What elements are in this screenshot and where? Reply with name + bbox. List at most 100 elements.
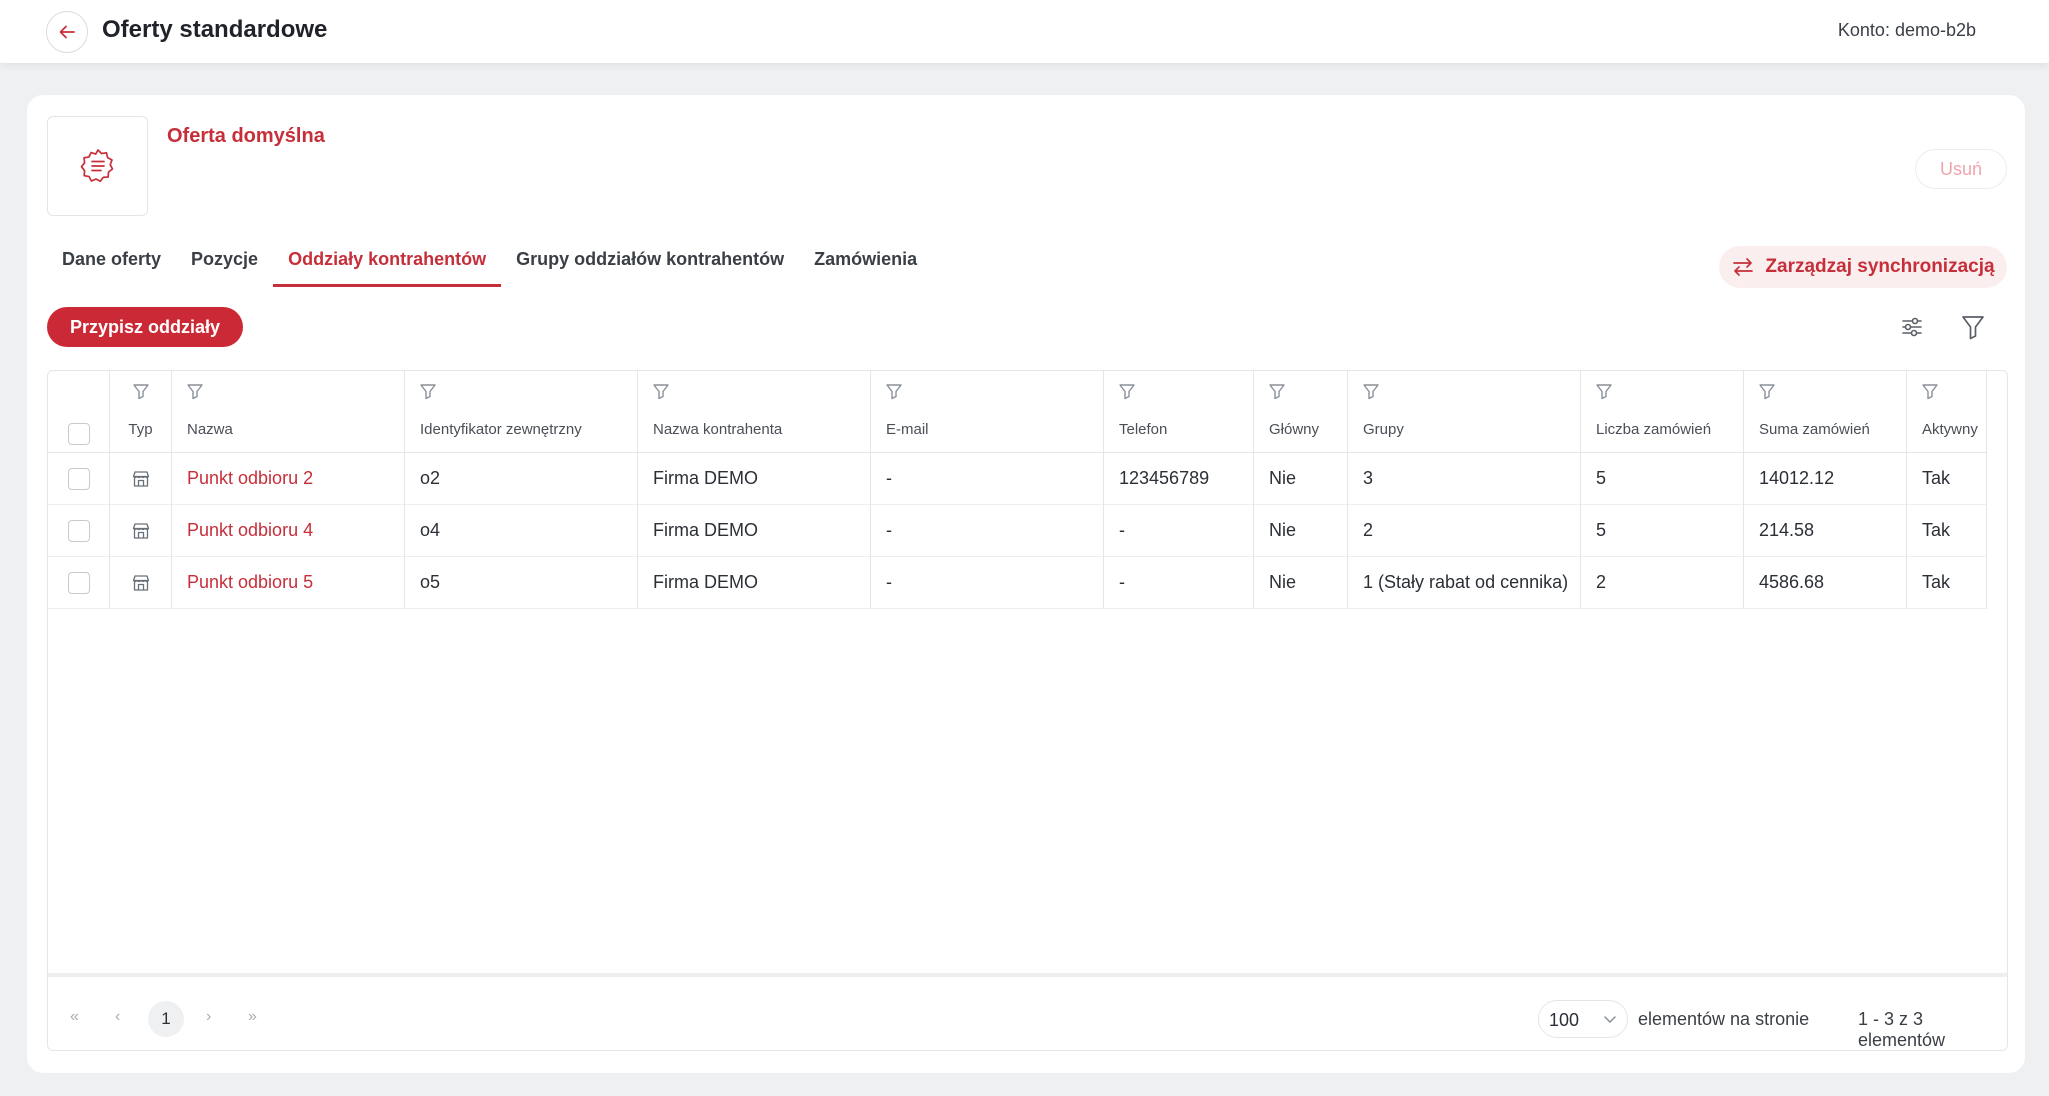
- column-filter-icon[interactable]: [186, 382, 204, 400]
- email: -: [886, 468, 892, 488]
- prev-page-icon[interactable]: ‹: [115, 1008, 120, 1026]
- branches-table: Typ Nazwa Identyfikator zewnętrzny Nazwa…: [47, 370, 2008, 1051]
- phone: 123456789: [1119, 468, 1210, 488]
- tab-contractor-branches[interactable]: Oddziały kontrahentów: [273, 249, 502, 287]
- table-row[interactable]: Punkt odbioru 2 o2 Firma DEMO - 12345678…: [48, 453, 1987, 505]
- filter-icon: [1962, 316, 1984, 340]
- top-bar: Oferty standardowe Konto: demo-b2b: [0, 0, 2049, 63]
- horizontal-scrollbar[interactable]: [48, 973, 2007, 977]
- page-size-select[interactable]: 100: [1538, 1000, 1628, 1038]
- column-label: Główny: [1269, 421, 1320, 438]
- main-flag: Nie: [1269, 572, 1297, 592]
- tab-positions[interactable]: Pozycje: [176, 249, 273, 287]
- current-page[interactable]: 1: [148, 1001, 184, 1037]
- column-label: Liczba zamówień: [1596, 421, 1712, 438]
- column-filter-icon[interactable]: [1921, 382, 1939, 400]
- column-header: Telefon: [1104, 371, 1254, 453]
- per-page-label: elementów na stronie: [1638, 1009, 1810, 1029]
- order-sum: 4586.68: [1759, 572, 1825, 592]
- tab-branch-groups[interactable]: Grupy oddziałów kontrahentów: [501, 249, 799, 287]
- main-flag: Nie: [1269, 520, 1297, 540]
- phone: -: [1119, 572, 1125, 592]
- page-title: Oferty standardowe: [102, 16, 328, 43]
- email: -: [886, 520, 892, 540]
- column-filter-icon[interactable]: [652, 382, 670, 400]
- column-filter-icon[interactable]: [1758, 382, 1776, 400]
- order-sum: 214.58: [1759, 520, 1815, 540]
- column-label: Identyfikator zewnętrzny: [420, 421, 582, 438]
- column-header: Typ: [110, 371, 172, 453]
- column-header: Identyfikator zewnętrzny: [405, 371, 638, 453]
- column-header: Aktywny: [1907, 371, 1987, 453]
- column-header: E-mail: [871, 371, 1104, 453]
- offer-image: [47, 116, 148, 216]
- row-checkbox[interactable]: [68, 468, 90, 490]
- groups: 1 (Stały rabat od cennika): [1363, 572, 1569, 592]
- column-settings-button[interactable]: [1899, 314, 1925, 340]
- branch-name-link[interactable]: Punkt odbioru 2: [187, 468, 397, 489]
- column-filter-icon[interactable]: [1362, 382, 1380, 400]
- back-button[interactable]: [46, 11, 88, 53]
- order-count: 5: [1596, 520, 1607, 540]
- order-sum: 14012.12: [1759, 468, 1835, 488]
- order-count: 2: [1596, 572, 1607, 592]
- page-size-value: 100: [1549, 1010, 1580, 1030]
- delete-button[interactable]: Usuń: [1915, 149, 2007, 189]
- branch-name-link[interactable]: Punkt odbioru 5: [187, 572, 397, 593]
- column-label: Aktywny: [1922, 421, 1978, 438]
- last-page-icon[interactable]: »: [248, 1008, 257, 1026]
- contractor-name: Firma DEMO: [653, 520, 758, 540]
- next-page-icon[interactable]: ›: [206, 1008, 211, 1026]
- column-filter-icon[interactable]: [419, 382, 437, 400]
- table-row[interactable]: Punkt odbioru 4 o4 Firma DEMO - - Nie 2 …: [48, 505, 1987, 557]
- column-label: Typ: [128, 421, 153, 438]
- sync-arrows-icon: [1733, 258, 1754, 276]
- column-filter-icon[interactable]: [132, 382, 150, 400]
- external-id: o4: [420, 520, 441, 540]
- active-flag: Tak: [1922, 468, 1951, 488]
- manage-sync-button[interactable]: Zarządzaj synchronizacją: [1719, 246, 2007, 288]
- column-filter-icon[interactable]: [1268, 382, 1286, 400]
- column-header: Liczba zamówień: [1581, 371, 1744, 453]
- column-filter-icon[interactable]: [1595, 382, 1613, 400]
- email: -: [886, 572, 892, 592]
- contractor-name: Firma DEMO: [653, 468, 758, 488]
- contractor-name: Firma DEMO: [653, 572, 758, 592]
- offer-badge-icon: [80, 149, 113, 183]
- order-count: 5: [1596, 468, 1607, 488]
- row-checkbox[interactable]: [68, 520, 90, 542]
- column-label: Telefon: [1119, 421, 1168, 438]
- account-label: Konto: demo-b2b: [1837, 20, 1976, 40]
- table-row[interactable]: Punkt odbioru 5 o5 Firma DEMO - - Nie 1 …: [48, 557, 1987, 609]
- tab-bar: Dane oferty Pozycje Oddziały kontrahentó…: [47, 249, 932, 287]
- external-id: o5: [420, 572, 441, 592]
- column-filter-icon[interactable]: [885, 382, 903, 400]
- column-header: Nazwa: [172, 371, 405, 453]
- assign-branches-button[interactable]: Przypisz oddziały: [47, 307, 243, 347]
- tab-offer-data[interactable]: Dane oferty: [47, 249, 176, 287]
- select-all-header: [48, 371, 110, 453]
- store-icon: [131, 469, 151, 489]
- branch-name-link[interactable]: Punkt odbioru 4: [187, 520, 397, 541]
- table-header: Typ Nazwa Identyfikator zewnętrzny Nazwa…: [48, 371, 1987, 453]
- column-header: Suma zamówień: [1744, 371, 1907, 453]
- filter-button[interactable]: [1960, 313, 1986, 341]
- column-label: E-mail: [886, 421, 929, 438]
- store-icon: [131, 521, 151, 541]
- active-flag: Tak: [1922, 520, 1951, 540]
- column-label: Nazwa kontrahenta: [653, 421, 783, 438]
- column-label: Suma zamówień: [1759, 421, 1870, 438]
- column-label: Nazwa: [187, 421, 233, 438]
- first-page-icon[interactable]: «: [70, 1008, 79, 1026]
- tab-orders[interactable]: Zamówienia: [799, 249, 932, 287]
- column-header: Główny: [1254, 371, 1348, 453]
- phone: -: [1119, 520, 1125, 540]
- manage-sync-label: Zarządzaj synchronizacją: [1765, 256, 1995, 277]
- column-header: Grupy: [1348, 371, 1581, 453]
- column-filter-icon[interactable]: [1118, 382, 1136, 400]
- groups: 3: [1363, 468, 1374, 488]
- pagination: « ‹ 1 › » 100 elementów na stronie 1 - 3…: [48, 988, 2007, 1050]
- chevron-down-icon: [1604, 1016, 1616, 1023]
- select-all-checkbox[interactable]: [68, 423, 90, 445]
- row-checkbox[interactable]: [68, 572, 90, 594]
